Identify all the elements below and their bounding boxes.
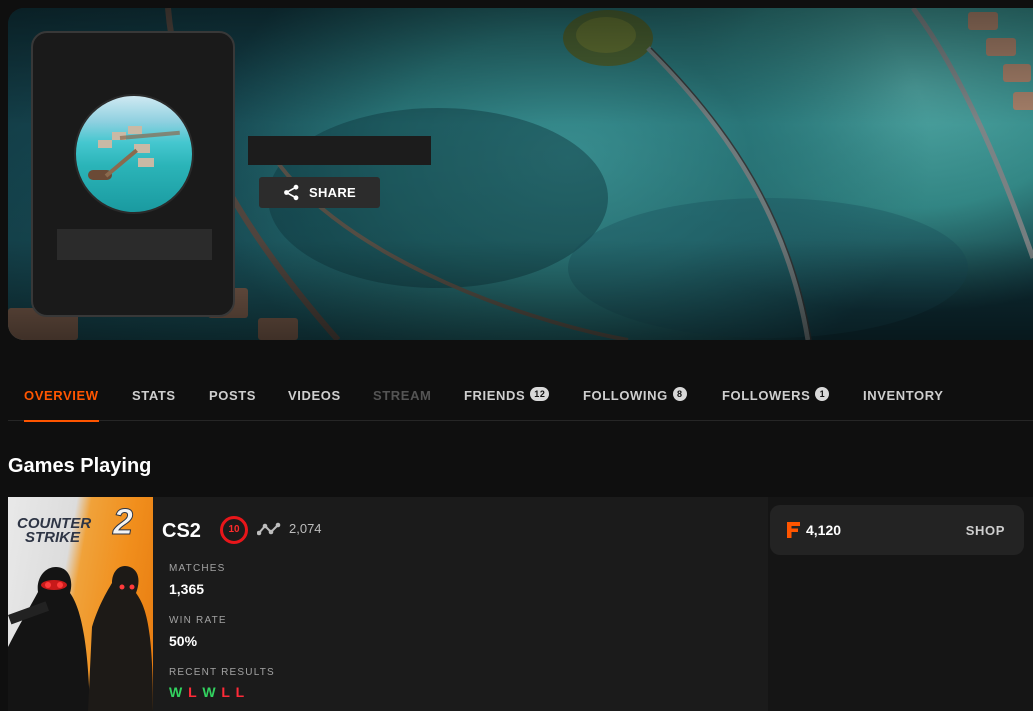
tab-label: FRIENDS [464,388,526,403]
share-label: SHARE [308,185,356,200]
skill-level-badge: 10 [220,516,248,544]
points-value: 4,120 [806,522,842,538]
tab-friends[interactable]: FRIENDS 12 [464,387,550,421]
shop-button[interactable]: SHOP [966,523,1005,538]
share-button[interactable]: SHARE [259,177,380,208]
player-name-redacted [57,229,212,260]
points-icon [787,522,800,538]
tab-label: FOLLOWERS [722,388,811,403]
game-name[interactable]: CS2 [162,520,201,543]
matches-label: MATCHES [169,563,226,574]
result-win: W [202,684,217,700]
recent-results: W L W L L [169,684,245,700]
tab-label: STATS [132,388,176,403]
tab-label: POSTS [209,388,257,403]
elo-value: 2,074 [289,521,322,536]
avatar[interactable] [74,94,194,214]
tab-label: STREAM [373,388,432,403]
avatar-walkway [104,148,138,178]
tab-label: VIDEOS [288,388,341,403]
followers-count-badge: 1 [815,387,830,401]
win-rate-label: WIN RATE [169,615,227,626]
profile-card [31,31,235,317]
tab-label: OVERVIEW [24,388,99,403]
tab-label: INVENTORY [863,388,944,403]
avatar-villa [128,126,142,134]
result-loss: L [221,684,231,700]
tab-followers[interactable]: FOLLOWERS 1 [722,387,830,421]
tab-posts[interactable]: POSTS [209,388,256,421]
games-playing-title: Games Playing [8,455,152,477]
cover-characters [8,565,153,711]
avatar-villa [98,140,112,148]
friends-count-badge: 12 [530,387,550,401]
share-icon [284,184,299,201]
tab-videos[interactable]: VIDEOS [288,388,341,421]
elo-icon [257,522,281,536]
avatar-villa [138,158,154,167]
following-count-badge: 8 [672,387,687,401]
result-win: W [169,684,184,700]
result-loss: L [235,684,246,700]
result-loss: L [188,684,198,700]
points-box: 4,120 SHOP [770,505,1024,555]
game-cover-image[interactable]: COUNTER STRIKE 2 [8,497,153,711]
nickname-redacted [248,136,431,165]
profile-tabs: OVERVIEW STATS POSTS VIDEOS STREAM FRIEN… [8,378,1033,422]
tab-label: FOLLOWING [583,388,668,403]
tab-inventory[interactable]: INVENTORY [863,388,944,421]
tab-stream: STREAM [373,388,432,421]
tab-stats[interactable]: STATS [132,388,176,421]
tab-overview[interactable]: OVERVIEW [24,388,99,422]
tab-following[interactable]: FOLLOWING 8 [583,387,687,421]
win-rate-value: 50% [169,633,198,649]
matches-value: 1,365 [169,581,205,597]
recent-results-label: RECENT RESULTS [169,667,275,678]
